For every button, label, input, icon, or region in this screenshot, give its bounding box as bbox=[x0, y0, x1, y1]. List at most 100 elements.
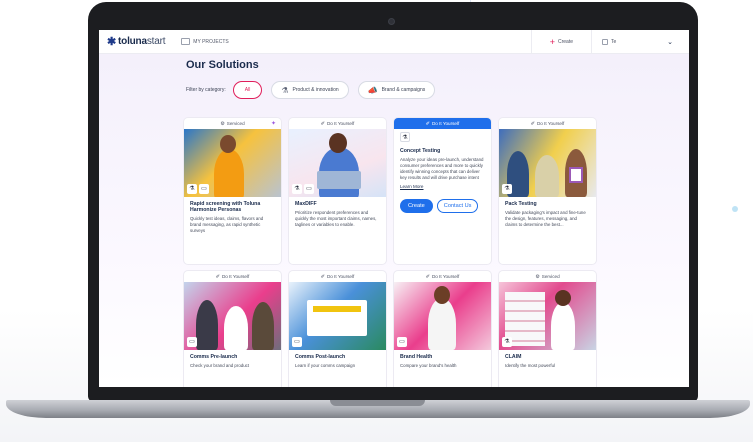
solution-card-claim[interactable]: ⚙ Serviced ⚗ CLAIM Identify the most powe… bbox=[499, 271, 596, 387]
solution-card-comms-pre-launch[interactable]: ✐ Do It Yourself ▭ Comms Pre-launch Check… bbox=[184, 271, 281, 387]
megaphone-icon: ▭ bbox=[187, 337, 197, 347]
card-body: Rapid screening with Toluna Harmonize Pe… bbox=[184, 197, 281, 238]
card-description: Validate packaging's impact and fine-tun… bbox=[505, 210, 586, 227]
card-body: Comms Pre-launch Check your brand and pr… bbox=[184, 350, 281, 373]
card-tag: ⚙ Serviced bbox=[499, 271, 596, 282]
solution-card-concept-testing[interactable]: ✐ Do It Yourself ⚗ Concept Testing Analyz… bbox=[394, 118, 491, 264]
solution-card-maxdiff[interactable]: ✐ Do It Yourself ⚗ ▭ MaxDIFF Prioritize re… bbox=[289, 118, 386, 264]
service-icon: ⚙ bbox=[535, 273, 540, 280]
card-description: Prioritize respondent preferences and qu… bbox=[295, 210, 377, 227]
card-title: Brand Health bbox=[400, 354, 433, 360]
flask-icon: ⚗ bbox=[502, 337, 512, 347]
diy-icon: ✐ bbox=[320, 120, 325, 127]
solution-card-brand-health[interactable]: ✐ Do It Yourself ▭ Brand Health Compare y… bbox=[394, 271, 491, 387]
filter-chip-label: Product & innovation bbox=[292, 87, 339, 93]
diy-icon: ✐ bbox=[320, 273, 325, 280]
card-badges: ⚗ ▭ bbox=[292, 184, 316, 194]
laptop-bezel bbox=[99, 387, 689, 400]
topbar-actions: + Create Te ⌄ bbox=[530, 30, 689, 54]
person-figure bbox=[224, 306, 248, 350]
card-tag-label: Serviced bbox=[541, 274, 560, 279]
logo-prefix: toluna bbox=[118, 36, 147, 47]
person-head bbox=[220, 135, 236, 153]
card-title: Concept Testing bbox=[400, 148, 441, 154]
card-body: ⚗ Concept Testing Analyze your ideas pre… bbox=[394, 129, 491, 217]
person-head bbox=[555, 290, 571, 306]
person-figure bbox=[551, 302, 575, 350]
card-description: Quickly test ideas, claims, flavors and … bbox=[190, 216, 264, 233]
toluna-logo[interactable]: ✱ toluna start bbox=[107, 35, 165, 48]
card-tag-label: Do It Yourself bbox=[221, 274, 250, 279]
megaphone-icon: ▭ bbox=[292, 337, 302, 347]
person-figure bbox=[252, 302, 274, 350]
card-description: Identify the most powerful bbox=[505, 363, 556, 368]
card-image: ▭ bbox=[289, 282, 386, 350]
megaphone-icon: ▭ bbox=[397, 337, 407, 347]
person-head bbox=[434, 286, 450, 304]
page-title: Our Solutions bbox=[186, 59, 259, 71]
card-image: ⚗ ▭ bbox=[184, 129, 281, 197]
flask-icon: ⚗ bbox=[281, 85, 289, 95]
filter-chip-label: Brand & campaigns bbox=[381, 87, 426, 93]
person-figure bbox=[535, 155, 559, 197]
flask-icon: ⚗ bbox=[400, 132, 410, 142]
card-description: Check your brand and product bbox=[190, 363, 250, 368]
chart-image bbox=[313, 306, 361, 312]
card-image: ▭ bbox=[184, 282, 281, 350]
marketing-stage: ✱ tolunastart MY PROJECTS + Create Te ⌄ bbox=[0, 0, 753, 442]
solution-card-pack-testing[interactable]: ✐ Do It Yourself ⚗ Pack Testing Validate … bbox=[499, 118, 596, 264]
card-create-button[interactable]: Create bbox=[400, 199, 433, 213]
card-tag-label: Do It Yourself bbox=[326, 121, 355, 126]
card-image: ⚗ ▭ bbox=[289, 129, 386, 197]
card-description: Learn if your comms campaign bbox=[295, 363, 356, 368]
card-badges: ▭ bbox=[187, 337, 199, 347]
contact-us-button[interactable]: Contact Us bbox=[436, 199, 479, 213]
logo-mark-icon: ✱ bbox=[107, 36, 117, 48]
card-title: Rapid screening with Toluna Harmonize Pe… bbox=[190, 201, 261, 213]
card-badges: ▭ bbox=[397, 337, 409, 347]
diy-icon: ✐ bbox=[425, 120, 430, 127]
card-image: ⚗ bbox=[499, 282, 596, 350]
diy-icon: ✐ bbox=[425, 273, 430, 280]
card-title: Pack Testing bbox=[505, 201, 537, 207]
category-filter: Filter by category: All ⚗ Product & inno… bbox=[186, 81, 444, 99]
solution-card-comms-post-launch[interactable]: ✐ Do It Yourself ▭ Comms Post-launch Lear… bbox=[289, 271, 386, 387]
card-badges: ⚗ bbox=[502, 184, 514, 194]
card-title: Comms Post-launch bbox=[295, 354, 346, 360]
laptop-notch bbox=[330, 400, 425, 406]
chat-icon: ▭ bbox=[199, 184, 209, 194]
webcam-icon bbox=[388, 18, 395, 25]
filter-label: Filter by category: bbox=[186, 87, 226, 93]
card-actions: Create Contact Us bbox=[400, 199, 485, 213]
laptop-screen: ✱ tolunastart MY PROJECTS + Create Te ⌄ bbox=[99, 30, 689, 387]
card-image: ⚗ bbox=[499, 129, 596, 197]
card-description: Analyze your ideas pre-launch, understan… bbox=[400, 157, 484, 180]
card-tag: ✐ Do It Yourself bbox=[289, 118, 386, 129]
card-tag: ✐ Do It Yourself bbox=[289, 271, 386, 282]
plus-icon: + bbox=[549, 36, 555, 47]
chat-icon: ▭ bbox=[304, 184, 314, 194]
solutions-page: Our Solutions Filter by category: All ⚗ … bbox=[99, 54, 689, 387]
solution-card-rapid-screening[interactable]: ⚙ Serviced ✦ ⚗ ▭ Rapid screening with Tolu… bbox=[184, 118, 281, 264]
card-image: ▭ bbox=[394, 282, 491, 350]
card-badges: ⚗ ▭ bbox=[187, 184, 211, 194]
person-head bbox=[329, 133, 347, 153]
card-description: Compare your brand's health bbox=[400, 363, 457, 368]
card-tag: ✐ Do It Yourself bbox=[499, 118, 596, 129]
user-icon bbox=[602, 38, 608, 45]
user-menu[interactable]: Te ⌄ bbox=[591, 30, 689, 54]
my-projects-link[interactable]: MY PROJECTS bbox=[181, 38, 229, 45]
service-icon: ⚙ bbox=[220, 120, 225, 127]
filter-chip-product-innovation[interactable]: ⚗ Product & innovation bbox=[271, 81, 349, 99]
card-tag-label: Do It Yourself bbox=[326, 274, 355, 279]
learn-more-link[interactable]: Learn More bbox=[400, 184, 485, 189]
diy-icon: ✐ bbox=[215, 273, 220, 280]
card-tag-label: Do It Yourself bbox=[431, 121, 460, 126]
card-tag: ⚙ Serviced bbox=[184, 118, 281, 129]
card-tag-label: Do It Yourself bbox=[431, 274, 460, 279]
card-badges: ⚗ bbox=[502, 337, 514, 347]
card-body: MaxDIFF Prioritize respondent preference… bbox=[289, 197, 386, 232]
filter-chip-all[interactable]: All bbox=[232, 81, 263, 99]
create-button[interactable]: + Create bbox=[530, 30, 591, 54]
filter-chip-brand-campaigns[interactable]: 📣 Brand & campaigns bbox=[357, 81, 436, 99]
